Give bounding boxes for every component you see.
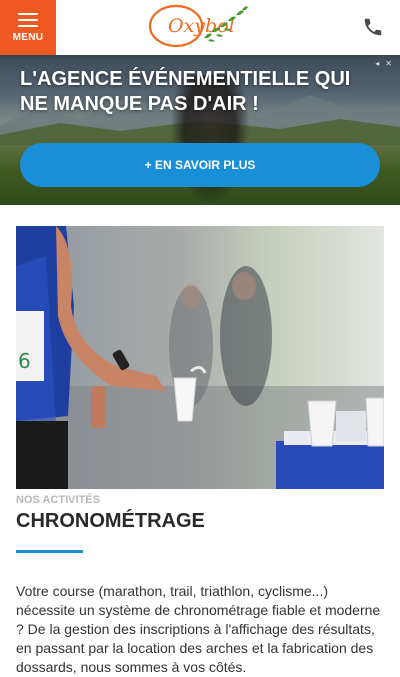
phone-icon[interactable] <box>362 16 384 38</box>
activity-photo[interactable]: 6 <box>16 226 384 489</box>
svg-text:6: 6 <box>18 349 31 373</box>
hamburger-icon <box>18 12 38 27</box>
title-underline <box>16 550 83 553</box>
learn-more-button[interactable]: + EN SAVOIR PLUS <box>20 143 380 187</box>
site-header: MENU Oxybol <box>0 0 400 55</box>
oxybol-logo[interactable]: Oxybol <box>146 2 254 50</box>
hero-banner: ◂ ✕ L'AGENCE ÉVÉNEMENTIELLE QUI NE MANQU… <box>0 55 400 205</box>
menu-label: MENU <box>12 31 44 43</box>
hero-indicator-close[interactable]: ✕ <box>385 59 392 68</box>
section-label: NOS ACTIVITÉS <box>16 494 100 506</box>
section-title[interactable]: CHRONOMÉTRAGE <box>16 510 205 533</box>
menu-button[interactable]: MENU <box>0 0 56 55</box>
hero-title: L'AGENCE ÉVÉNEMENTIELLE QUI NE MANQUE PA… <box>20 68 351 115</box>
